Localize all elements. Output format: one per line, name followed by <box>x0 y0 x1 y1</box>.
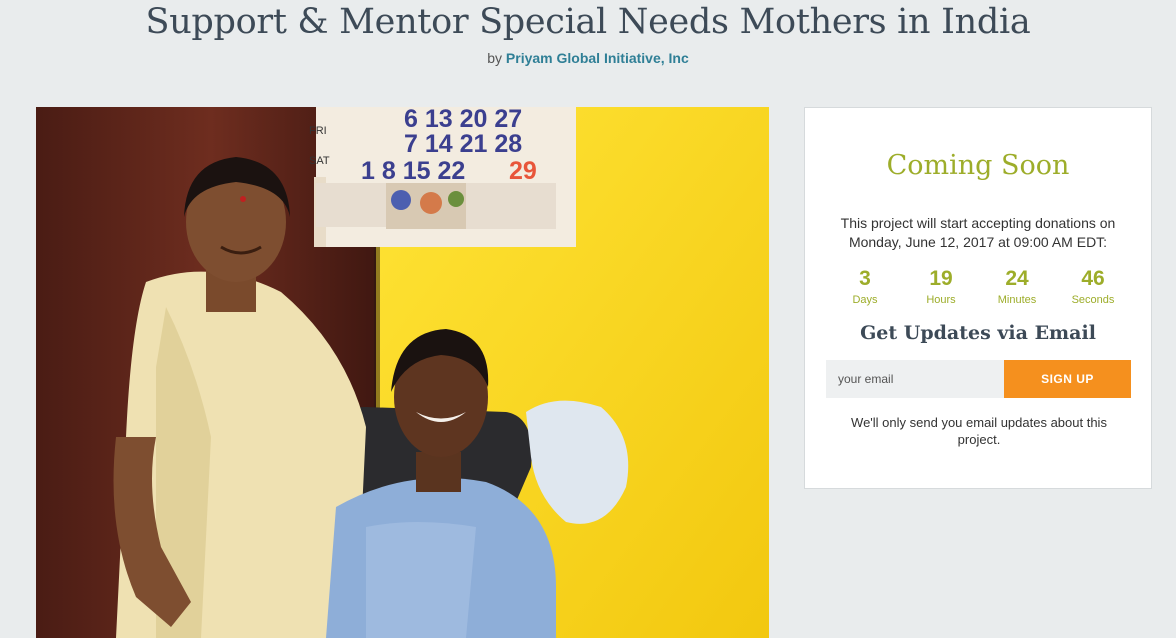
byline-prefix: by <box>487 50 503 66</box>
calendar-sat: SAT <box>309 155 330 167</box>
countdown-seconds: 46 Seconds <box>1055 266 1131 306</box>
organization-link[interactable]: Priyam Global Initiative, Inc <box>506 50 689 66</box>
start-line-2: Monday, June 12, 2017 at 09:00 AM EDT: <box>848 234 1108 250</box>
countdown-minutes-label: Minutes <box>997 294 1037 306</box>
wall-calendar: FRI SAT 6 13 20 27 7 14 21 28 1 8 15 22 … <box>309 107 576 247</box>
countdown-timer: 3 Days 19 Hours 24 Minutes 46 Seconds <box>827 266 1131 306</box>
email-input[interactable] <box>826 360 1004 398</box>
email-updates-heading: Get Updates via Email <box>860 322 1096 344</box>
project-photo: FRI SAT 6 13 20 27 7 14 21 28 1 8 15 22 … <box>36 107 769 638</box>
countdown-days: 3 Days <box>827 266 903 306</box>
countdown-minutes: 24 Minutes <box>979 266 1055 306</box>
project-title: Support & Mentor Special Needs Mothers i… <box>145 2 1031 42</box>
countdown-hours: 19 Hours <box>903 266 979 306</box>
calendar-row-2: 7 14 21 28 <box>404 130 522 158</box>
coming-soon-heading: Coming Soon <box>886 150 1070 181</box>
coming-soon-panel: Coming Soon This project will start acce… <box>804 107 1152 489</box>
byline: by Priyam Global Initiative, Inc <box>0 50 1176 66</box>
countdown-days-label: Days <box>852 294 878 306</box>
start-line-1: This project will start accepting donati… <box>840 215 1116 231</box>
signup-button[interactable]: SIGN UP <box>1004 360 1131 398</box>
start-date-text: This project will start accepting donati… <box>805 214 1151 252</box>
calendar-fri: FRI <box>309 125 327 137</box>
countdown-seconds-value: 46 <box>1081 267 1105 290</box>
countdown-hours-label: Hours <box>926 294 956 306</box>
email-note: We'll only send you email updates about … <box>851 415 1107 447</box>
countdown-hours-value: 19 <box>929 267 953 290</box>
countdown-minutes-value: 24 <box>1005 267 1029 290</box>
countdown-days-value: 3 <box>859 267 871 290</box>
calendar-row-3: 1 8 15 22 <box>361 157 465 185</box>
countdown-seconds-label: Seconds <box>1071 294 1115 306</box>
calendar-highlight: 29 <box>509 157 537 185</box>
